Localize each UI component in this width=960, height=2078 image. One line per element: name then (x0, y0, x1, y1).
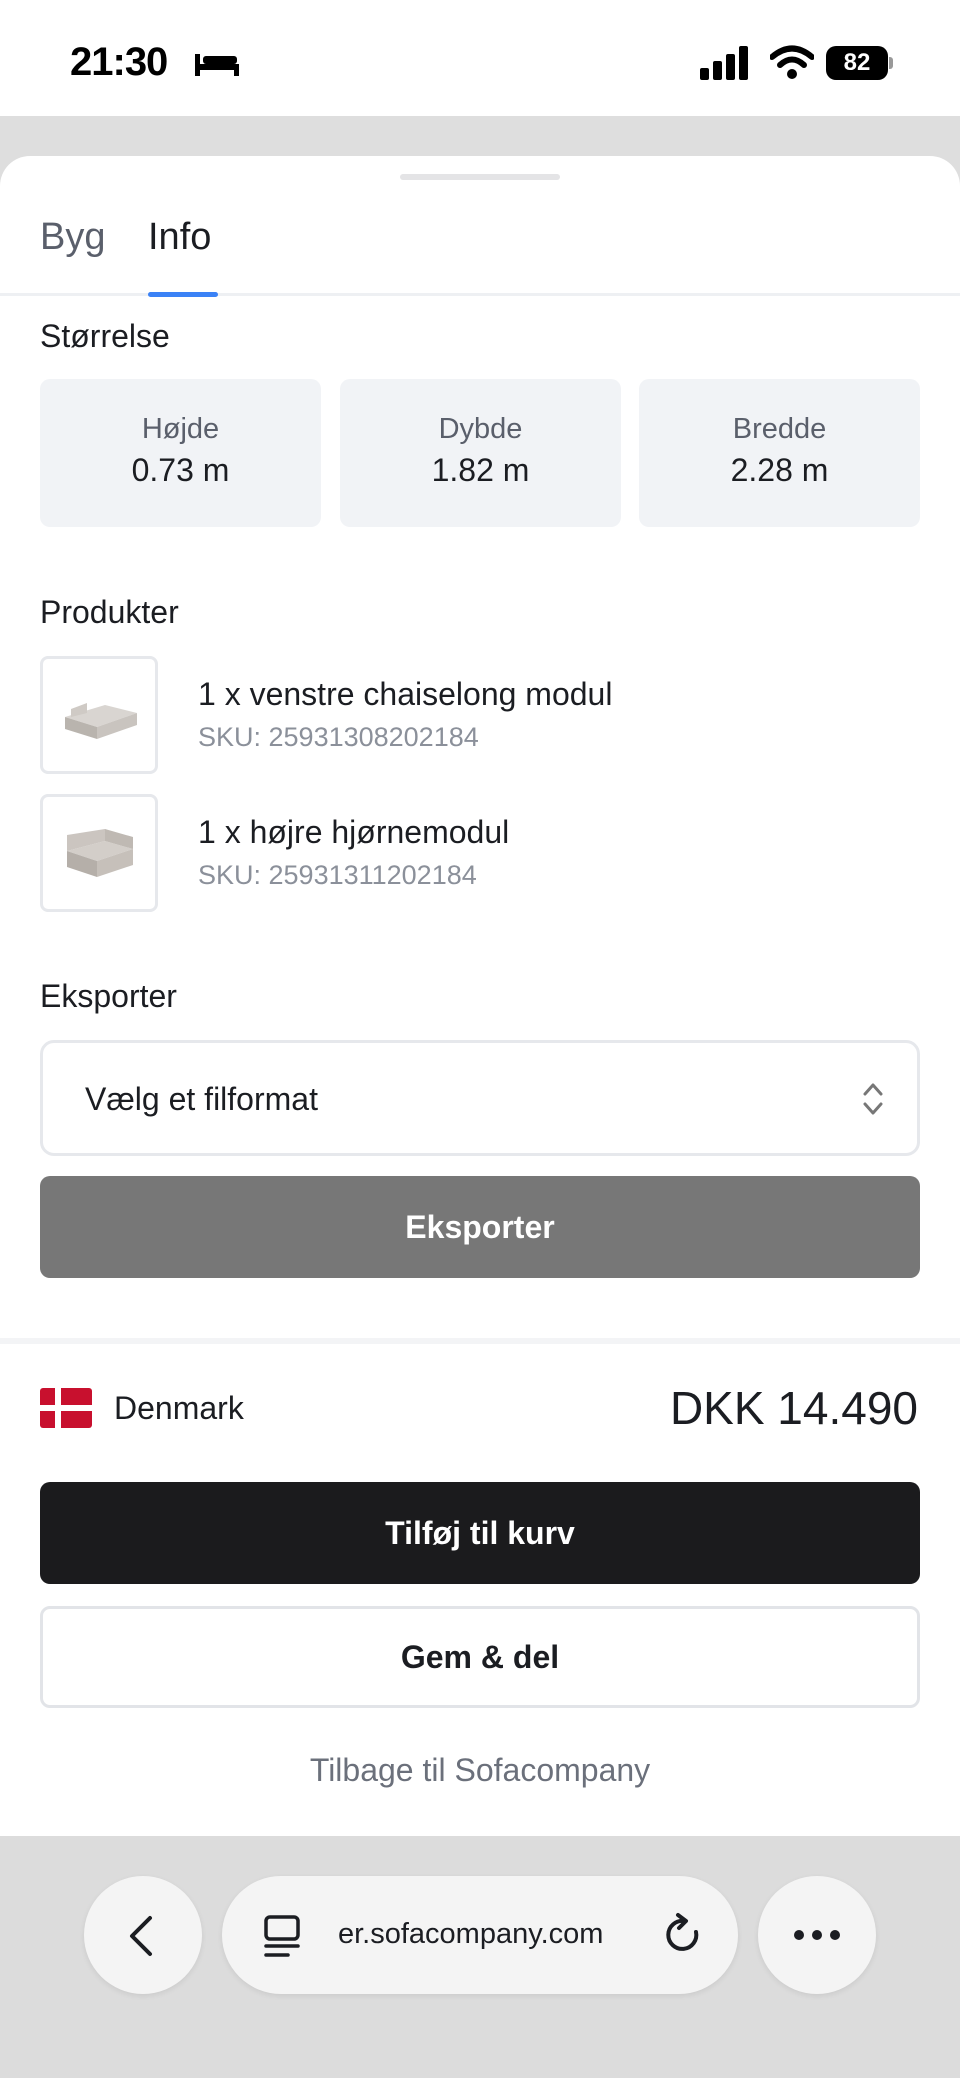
product-thumbnail (40, 656, 158, 774)
address-bar[interactable]: er.sofacompany.com (222, 1876, 738, 1994)
product-name: 1 x venstre chaiselong modul (198, 676, 613, 712)
file-format-select[interactable]: Vælg et filformat (40, 1040, 920, 1156)
cellular-signal-icon (700, 46, 748, 80)
sleep-focus-icon (195, 54, 239, 76)
chevron-up-down-icon (863, 1083, 883, 1115)
size-section-title: Størrelse (40, 318, 170, 354)
battery-indicator: 82 (826, 46, 893, 80)
dimension-value: 1.82 m (431, 452, 530, 488)
dimension-value: 2.28 m (730, 452, 829, 488)
home-indicator (340, 2050, 620, 2058)
file-format-select-value: Vælg et filformat (85, 1081, 318, 1117)
back-to-sofacompany-link[interactable]: Tilbage til Sofacompany (0, 1752, 960, 1789)
product-thumbnail (40, 794, 158, 912)
section-divider (0, 1338, 960, 1344)
total-price: DKK 14.490 (669, 1382, 918, 1434)
battery-tip (889, 57, 893, 69)
tab-byg[interactable]: Byg (40, 216, 105, 259)
product-item[interactable]: 1 x højre hjørnemodul SKU: 2593131120218… (40, 794, 920, 912)
tab-info[interactable]: Info (148, 216, 211, 259)
active-tab-indicator (148, 292, 218, 297)
page-menu-icon[interactable] (262, 1914, 302, 1958)
dimension-width: Bredde 2.28 m (639, 379, 920, 527)
url-text: er.sofacompany.com (338, 1918, 604, 1950)
export-button[interactable]: Eksporter (40, 1176, 920, 1278)
product-sku: SKU: 25931308202184 (198, 722, 479, 752)
dimension-label: Bredde (732, 413, 827, 445)
dimension-value: 0.73 m (131, 452, 230, 488)
status-bar: 21:30 82 (0, 0, 960, 116)
sofa-chaiselong-icon (65, 703, 137, 739)
dimension-label: Dybde (438, 413, 523, 445)
country-selector[interactable]: Denmark (114, 1390, 244, 1427)
sofa-corner-icon (67, 829, 133, 877)
export-section-title: Eksporter (40, 978, 177, 1014)
configurator-sheet: Byg Info Størrelse Højde 0.73 m Dybde 1.… (0, 156, 960, 1836)
product-sku: SKU: 25931311202184 (198, 860, 477, 890)
browser-back-button[interactable] (84, 1876, 202, 1994)
more-dots-icon (794, 1930, 840, 1940)
dimension-label: Højde (141, 413, 220, 445)
dimension-depth: Dybde 1.82 m (340, 379, 621, 527)
save-share-button[interactable]: Gem & del (40, 1606, 920, 1708)
tab-bar: Byg Info (0, 156, 960, 297)
wifi-icon (770, 45, 814, 79)
browser-toolbar: er.sofacompany.com (0, 1836, 960, 2078)
reload-icon[interactable] (662, 1912, 706, 1958)
denmark-flag-icon (40, 1388, 92, 1428)
product-item[interactable]: 1 x venstre chaiselong modul SKU: 259313… (40, 656, 920, 774)
browser-more-button[interactable] (758, 1876, 876, 1994)
dimension-height: Højde 0.73 m (40, 379, 321, 527)
product-name: 1 x højre hjørnemodul (198, 814, 510, 850)
add-to-cart-button[interactable]: Tilføj til kurv (40, 1482, 920, 1584)
products-section-title: Produkter (40, 594, 179, 630)
battery-level: 82 (826, 46, 888, 80)
status-time: 21:30 (70, 40, 168, 84)
chevron-left-icon (130, 1916, 152, 1956)
